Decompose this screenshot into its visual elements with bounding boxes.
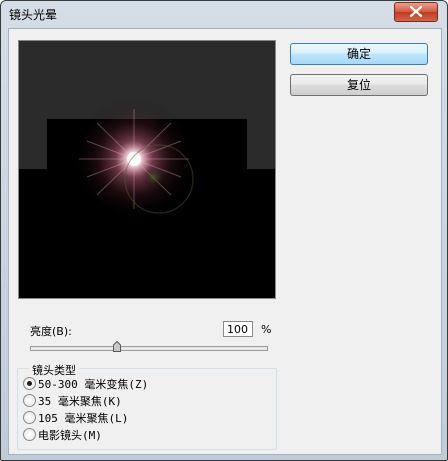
flare-preview[interactable]: [18, 40, 276, 299]
brightness-input[interactable]: 100: [223, 321, 253, 337]
ok-button[interactable]: 确定: [290, 43, 428, 65]
lens-type-radio-2[interactable]: [23, 411, 36, 424]
lens-type-label-1[interactable]: 35 毫米聚焦(K): [38, 393, 122, 409]
title-bar[interactable]: 镜头光晕: [1, 1, 447, 27]
lens-type-label-0[interactable]: 50-300 毫米变焦(Z): [38, 376, 148, 392]
slider-thumb-icon[interactable]: [113, 341, 122, 352]
reset-button[interactable]: 复位: [290, 74, 428, 96]
window-title: 镜头光晕: [9, 8, 58, 22]
brightness-slider-track[interactable]: [30, 346, 268, 351]
lens-type-label-2[interactable]: 105 毫米聚焦(L): [38, 410, 128, 426]
close-button[interactable]: [394, 2, 438, 22]
lens-type-radio-1[interactable]: [23, 394, 36, 407]
dialog-body: 确定 复位 亮度(B): 100 % 镜头类型 50-300 毫米变焦(Z) 35…: [8, 28, 442, 455]
close-icon: [409, 6, 423, 17]
lens-flare-dialog: 镜头光晕 确定 复位 亮度(B): 100 % 镜头类型 50-300 毫米变焦…: [0, 0, 448, 461]
lens-type-radio-0[interactable]: [23, 377, 36, 390]
brightness-label: 亮度(B):: [30, 325, 72, 338]
lens-type-radio-3[interactable]: [23, 428, 36, 441]
percent-unit: %: [261, 323, 272, 336]
lens-type-label-3[interactable]: 电影镜头(M): [38, 427, 102, 443]
lens-flare-graphic: [72, 97, 196, 221]
radio-selected-dot: [27, 381, 32, 386]
